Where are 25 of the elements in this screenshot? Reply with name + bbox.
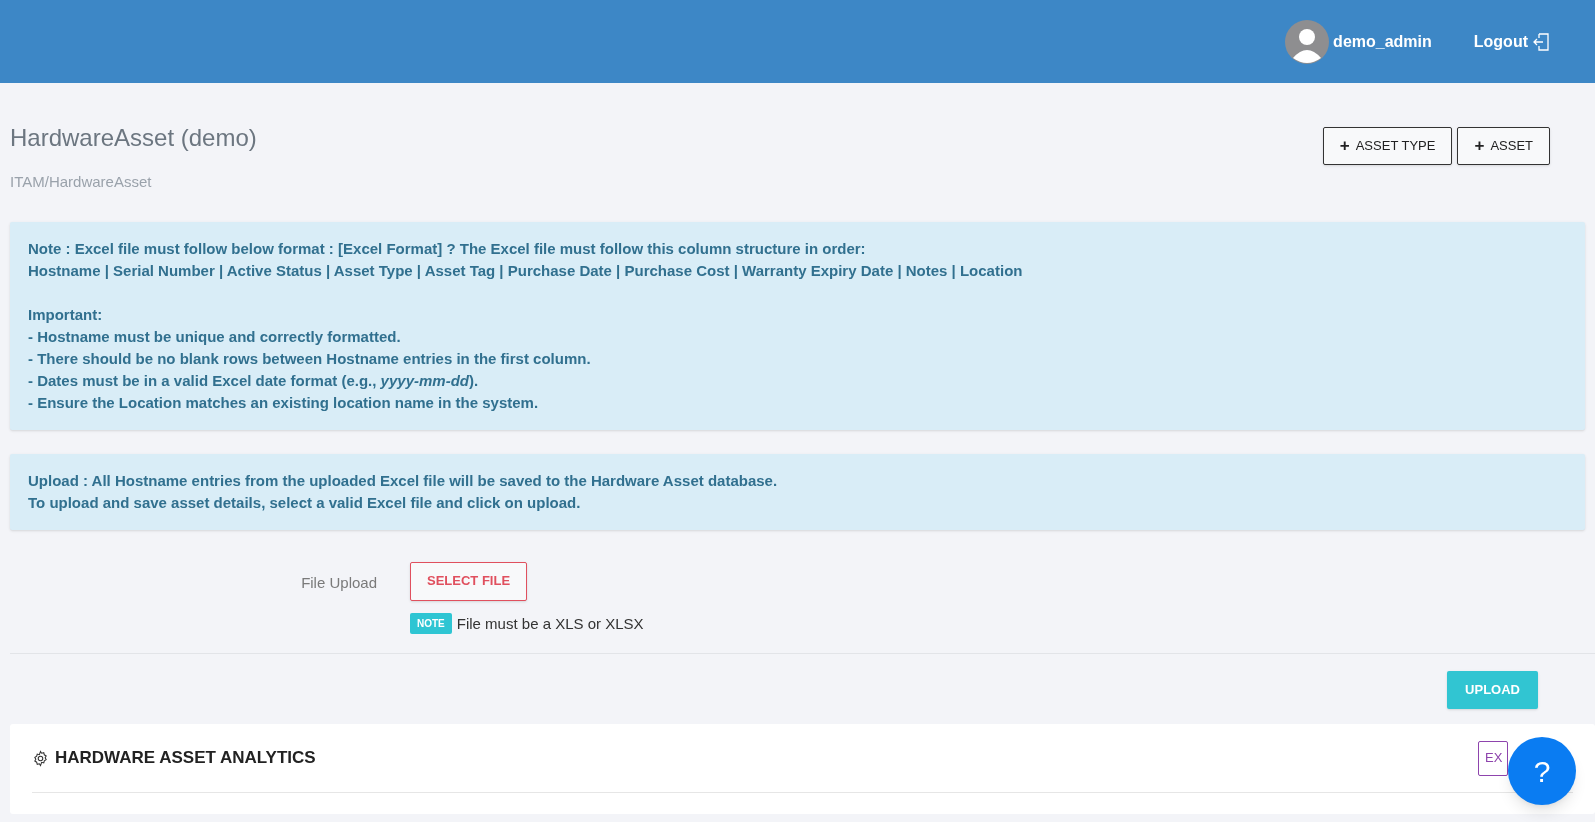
logout-link[interactable]: Logout [1473, 29, 1549, 54]
logout-icon [1533, 32, 1549, 51]
upload-info-text: To upload and save asset details, select a valid Excel file and click on upload. [28, 492, 582, 513]
avatar-icon [1285, 19, 1330, 64]
breadcrumb: ITAM/HardwareAsset [10, 172, 153, 192]
important-item: - Ensure the Location matches an existing location name in the system. [28, 392, 540, 413]
important-item: - There should be no blank rows between Hostname entries in the first column. [28, 348, 592, 369]
add-button[interactable]: + ASSET TYPE [1322, 127, 1453, 165]
add-button[interactable]: + ASSET [1457, 127, 1550, 165]
important-title: Important: [28, 304, 104, 325]
note-text: Note : Excel file must follow below format : [Excel Format] ? The Excel file must follow this column structure in order: [28, 238, 867, 259]
file-upload-label: File Upload [300, 572, 377, 593]
analytics-title: HARDWARE ASSET ANALYTICS [55, 747, 316, 770]
page-title: HardwareAsset (demo) [10, 123, 257, 153]
select-file-button[interactable]: SELECT FILE [410, 561, 528, 601]
upload-button[interactable]: UPLOAD [1447, 671, 1538, 709]
note-badge: NOTE [410, 613, 452, 635]
important-item: - Hostname must be unique and correctly formatted. [28, 326, 402, 347]
note-text: Hostname | Serial Number | Active Status | Asset Type | Asset Tag | Purchase Date | Purchase Cost | Warranty Expiry Date | Notes | Location [28, 260, 1024, 281]
file-type-note: File must be a XLS or XLSX [456, 613, 644, 634]
settings-icon [32, 749, 49, 767]
username[interactable]: demo_admin [1333, 29, 1432, 54]
upload-info-text: Upload : All Hostname entries from the uploaded Excel file will be saved to the Hardware Asset database. [28, 470, 779, 491]
important-item: - Dates must be in a valid Excel date format (e.g., yyyy-mm-dd). [28, 370, 480, 391]
export-button[interactable]: EX [1478, 740, 1508, 776]
